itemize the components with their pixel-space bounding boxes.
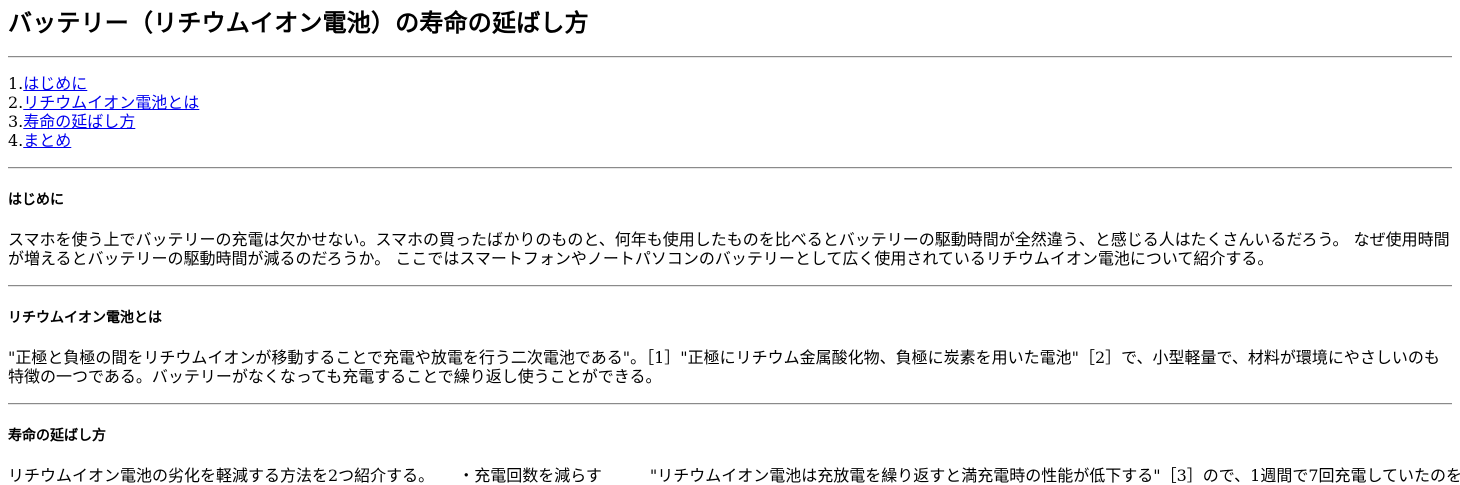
toc-number: 2. bbox=[8, 93, 24, 112]
toc-item-summary: 4.まとめ bbox=[8, 131, 1452, 150]
toc-link-lifespan[interactable]: 寿命の延ばし方 bbox=[23, 112, 135, 131]
toc-item-lifespan: 3.寿命の延ばし方 bbox=[8, 112, 1452, 131]
section-body-lifespan: リチウムイオン電池の劣化を軽減する方法を2つ紹介する。 ・充電回数を減らす "リチウ… bbox=[8, 466, 1460, 485]
section-heading-lifespan: 寿命の延ばし方 bbox=[8, 428, 106, 444]
divider bbox=[8, 403, 1452, 405]
toc-item-lithium-ion: 2.リチウムイオン電池とは bbox=[8, 93, 1452, 112]
lifespan-detail: "リチウムイオン電池は充放電を繰り返すと満充電時の性能が低下する"［3］ので、1… bbox=[649, 466, 1460, 485]
section-body-lithium-ion: "正極と負極の間をリチウムイオンが移動することで充電や放電を行う二次電池である"… bbox=[8, 348, 1440, 386]
toc-link-summary[interactable]: まとめ bbox=[23, 131, 71, 150]
toc-link-intro[interactable]: はじめに bbox=[23, 74, 87, 93]
divider bbox=[8, 285, 1452, 287]
section-body-intro: スマホを使う上でバッテリーの充電は欠かせない。スマホの買ったばかりのものと、何年… bbox=[8, 230, 1450, 268]
toc-link-lithium-ion[interactable]: リチウムイオン電池とは bbox=[23, 93, 199, 112]
page-title: バッテリー（リチウムイオン電池）の寿命の延ばし方 bbox=[8, 8, 589, 37]
section-heading-intro: はじめに bbox=[8, 192, 64, 208]
section-heading-lithium-ion: リチウムイオン電池とは bbox=[8, 310, 162, 326]
page: バッテリー（リチウムイオン電池）の寿命の延ばし方 1.はじめに 2.リチウムイオ… bbox=[0, 0, 1460, 485]
table-of-contents: 1.はじめに 2.リチウムイオン電池とは 3.寿命の延ばし方 4.まとめ bbox=[8, 74, 1452, 150]
lifespan-intro: リチウムイオン電池の劣化を軽減する方法を2つ紹介する。 bbox=[8, 466, 435, 485]
toc-item-intro: 1.はじめに bbox=[8, 74, 1452, 93]
toc-number: 3. bbox=[8, 112, 24, 131]
divider bbox=[8, 56, 1452, 58]
lifespan-bullet: ・充電回数を減らす bbox=[458, 466, 602, 485]
divider bbox=[8, 167, 1452, 169]
toc-number: 4. bbox=[8, 131, 24, 150]
toc-number: 1. bbox=[8, 74, 24, 93]
